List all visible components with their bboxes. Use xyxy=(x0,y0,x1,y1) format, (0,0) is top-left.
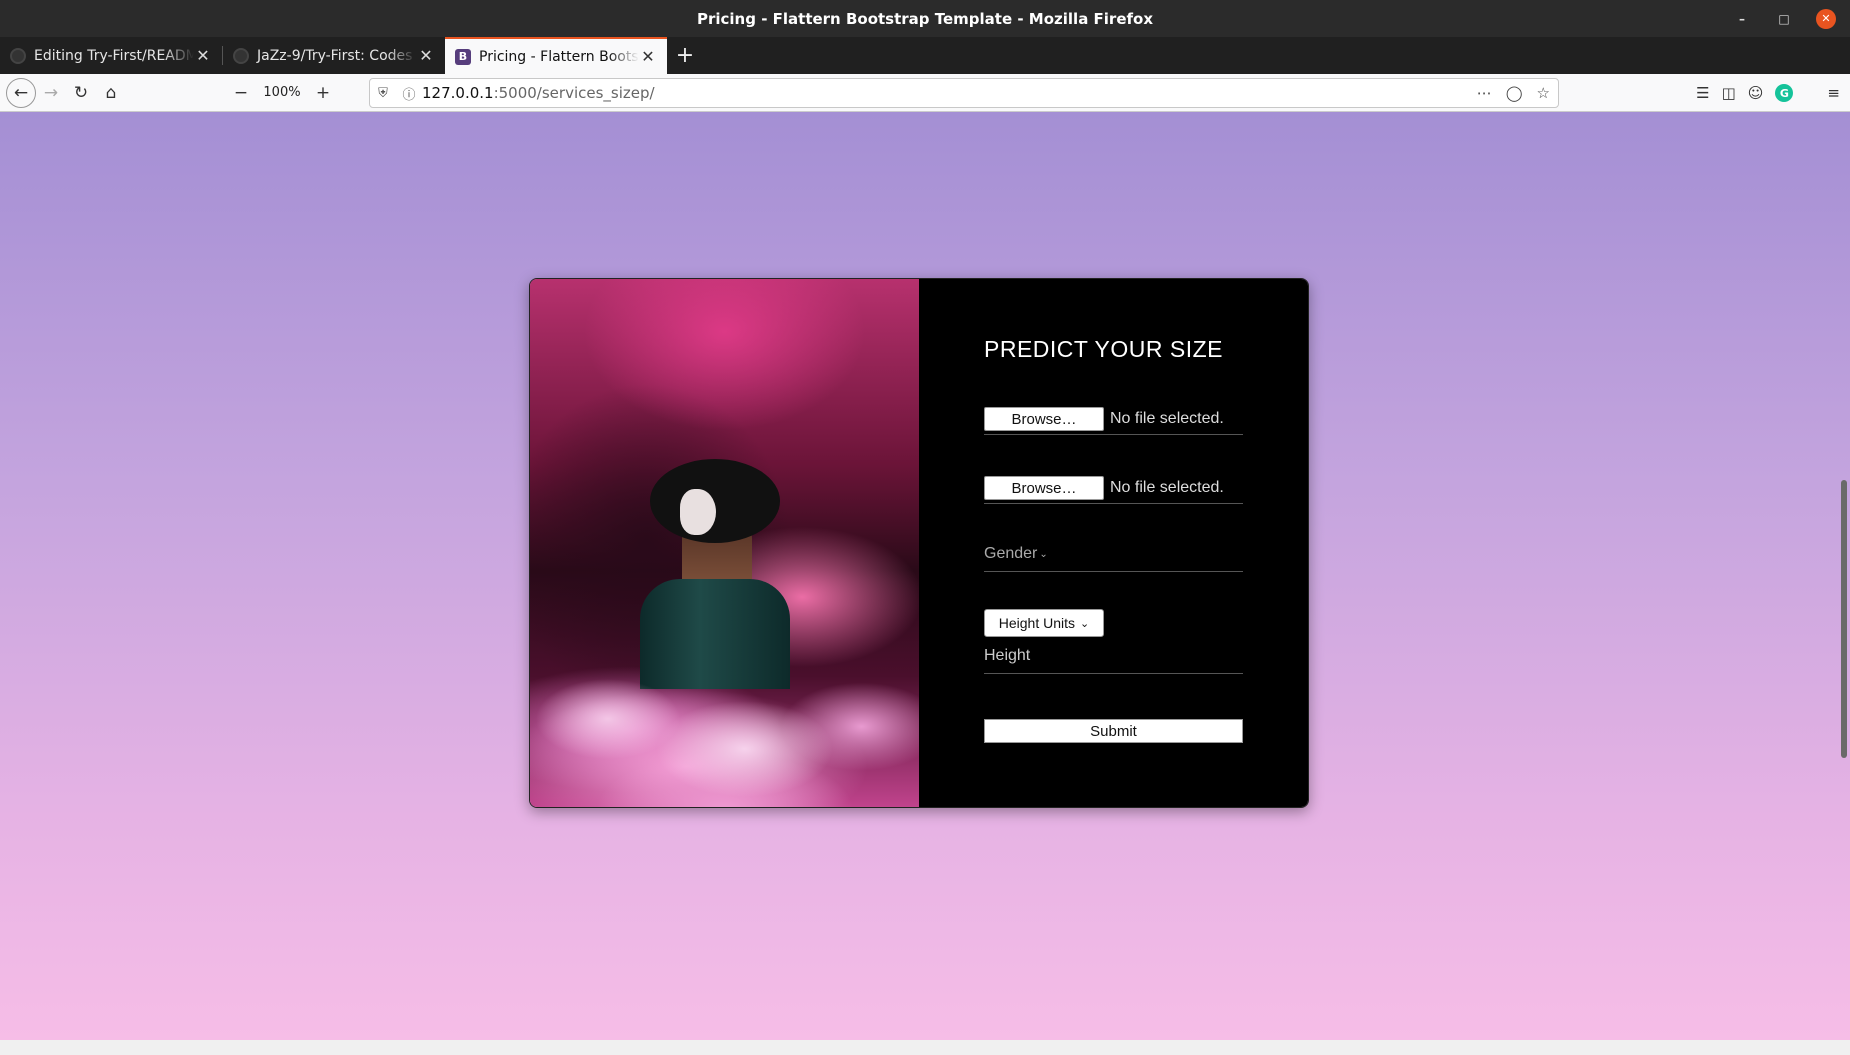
height-units-select[interactable]: Height Units ⌄ xyxy=(984,609,1104,637)
browse-button-1[interactable]: Browse… xyxy=(984,407,1104,431)
woman-figure xyxy=(640,459,790,689)
gender-placeholder: Gender xyxy=(984,545,1038,562)
hat-shape xyxy=(650,459,780,543)
url-host: 127.0.0.1 xyxy=(422,84,494,102)
pocket-icon[interactable]: ◯ xyxy=(1506,84,1523,102)
window-title: Pricing - Flattern Bootstrap Template - … xyxy=(696,9,1154,28)
form-title: PREDICT YOUR SIZE xyxy=(984,336,1223,362)
back-arrow-icon[interactable]: ← xyxy=(6,77,36,108)
tab-title: Pricing - Flattern Bootstrap Template xyxy=(479,48,639,65)
github-icon xyxy=(10,47,26,64)
info-icon[interactable]: ⓘ xyxy=(396,84,422,103)
page-content: PREDICT YOUR SIZE Browse… No file select… xyxy=(0,112,1850,1040)
gender-select[interactable]: Gender ⌄ xyxy=(984,537,1243,572)
submit-button[interactable]: Submit xyxy=(984,719,1243,743)
file-field-2: Browse… No file selected. xyxy=(984,473,1243,504)
bottom-edge xyxy=(0,1040,1850,1055)
account-icon[interactable]: ☺ xyxy=(1748,84,1764,102)
chevron-down-icon: ⌄ xyxy=(1039,548,1048,560)
browse-button-2[interactable]: Browse… xyxy=(984,476,1104,500)
page-actions-icon[interactable]: ⋯ xyxy=(1477,84,1492,102)
reload-icon[interactable]: ↻ xyxy=(66,78,96,108)
sidebar-icon[interactable]: ◫ xyxy=(1722,84,1736,102)
chevron-down-icon: ⌄ xyxy=(1080,617,1090,630)
tab-pricing[interactable]: B Pricing - Flattern Bootstrap Template … xyxy=(445,37,667,74)
menu-icon[interactable]: ≡ xyxy=(1827,84,1840,102)
tab-close-icon[interactable]: ✕ xyxy=(417,46,435,65)
page-scrollbar[interactable] xyxy=(1838,112,1850,1040)
zoom-out-icon[interactable]: − xyxy=(226,78,256,108)
hand-shape xyxy=(680,489,716,535)
new-tab-icon[interactable]: + xyxy=(667,37,703,74)
file-row: Browse… No file selected. xyxy=(984,404,1243,434)
tab-title: Editing Try-First/README xyxy=(34,47,194,64)
window-titlebar: Pricing - Flattern Bootstrap Template - … xyxy=(0,0,1850,37)
library-icon[interactable]: ☰ xyxy=(1696,84,1709,102)
bootstrap-icon: B xyxy=(455,48,471,65)
gender-row: Gender ⌄ xyxy=(984,537,1243,571)
maximize-icon[interactable]: □ xyxy=(1774,9,1794,29)
nav-toolbar: ← → ↻ ⌂ − 100% + ⛨ ⓘ 127.0.0.1:5000/serv… xyxy=(0,74,1850,112)
url-path: :5000/services_sizep/ xyxy=(493,84,655,102)
close-window-icon[interactable]: ✕ xyxy=(1816,8,1836,29)
grammarly-icon[interactable]: G xyxy=(1775,84,1794,102)
github-icon xyxy=(233,47,249,64)
pink-smoke xyxy=(530,659,920,807)
height-input[interactable]: Height xyxy=(984,647,1243,673)
tab-repo[interactable]: JaZz-9/Try-First: Codes a ✕ xyxy=(223,37,445,74)
height-field: Height Units ⌄ Height xyxy=(984,609,1243,674)
scroll-thumb[interactable] xyxy=(1841,480,1847,758)
zoom-level[interactable]: 100% xyxy=(256,85,308,100)
tab-close-icon[interactable]: ✕ xyxy=(194,46,212,65)
height-units-label: Height Units xyxy=(998,615,1076,631)
size-form: PREDICT YOUR SIZE Browse… No file select… xyxy=(919,279,1308,807)
predict-card: PREDICT YOUR SIZE Browse… No file select… xyxy=(529,278,1309,808)
forward-arrow-icon[interactable]: → xyxy=(36,78,66,108)
file-status-1: No file selected. xyxy=(1110,410,1224,427)
window-controls: – □ ✕ xyxy=(1732,0,1836,37)
tab-readme[interactable]: Editing Try-First/README ✕ xyxy=(0,37,222,74)
toolbar-right: ☰ ◫ ☺ G ≡ xyxy=(1696,74,1850,112)
minimize-icon[interactable]: – xyxy=(1732,9,1752,29)
shield-icon[interactable]: ⛨ xyxy=(370,86,396,101)
url-actions: ⋯ ◯ ☆ xyxy=(1477,79,1550,107)
tab-close-icon[interactable]: ✕ xyxy=(639,47,657,66)
tab-strip: Editing Try-First/README ✕ JaZz-9/Try-Fi… xyxy=(0,37,1850,74)
tab-title: JaZz-9/Try-First: Codes a xyxy=(257,47,417,64)
file-status-2: No file selected. xyxy=(1110,479,1224,496)
hero-photo xyxy=(530,279,920,807)
url-bar[interactable]: ⛨ ⓘ 127.0.0.1:5000/services_sizep/ ⋯ ◯ ☆ xyxy=(369,78,1559,108)
home-icon[interactable]: ⌂ xyxy=(96,78,126,108)
file-row: Browse… No file selected. xyxy=(984,473,1243,503)
file-field-1: Browse… No file selected. xyxy=(984,404,1243,435)
zoom-in-icon[interactable]: + xyxy=(308,78,338,108)
bookmark-star-icon[interactable]: ☆ xyxy=(1537,84,1550,102)
